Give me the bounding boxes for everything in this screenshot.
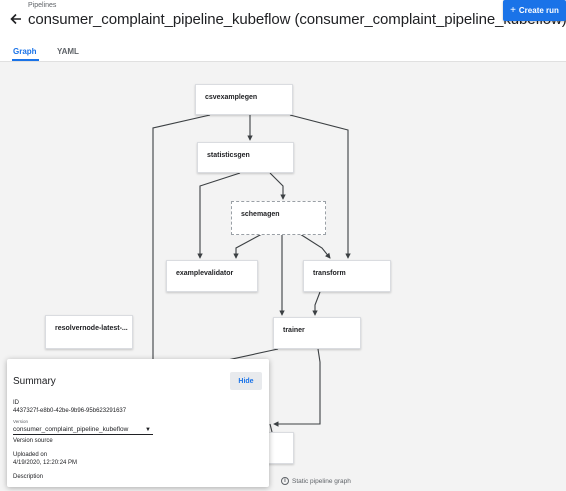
- edge-trainer-down-right: [273, 348, 321, 427]
- summary-title: Summary: [13, 376, 56, 387]
- node-examplevalidator[interactable]: examplevalidator: [166, 260, 258, 292]
- create-run-button[interactable]: + Create run: [503, 0, 566, 21]
- id-value: 4437327f-e8b0-42be-9b96-95b623291637: [13, 408, 127, 414]
- node-schemagen[interactable]: schemagen: [231, 201, 326, 235]
- summary-panel: Summary Hide ID 4437327f-e8b0-42be-9b96-…: [7, 359, 269, 487]
- breadcrumb[interactable]: Pipelines: [28, 2, 56, 9]
- edge-statisticsgen-schemagen: [269, 172, 286, 200]
- hide-button[interactable]: Hide: [230, 372, 262, 390]
- dropdown-caret-icon: ▼: [145, 426, 151, 433]
- tab-bar: Graph YAML: [0, 44, 566, 62]
- id-label: ID: [13, 400, 19, 406]
- edge-csvexamplegen-transform: [289, 114, 351, 259]
- static-graph-note: i Static pipeline graph: [281, 477, 351, 485]
- edge-schemagen-transform: [299, 233, 331, 259]
- create-run-label: Create run: [518, 6, 559, 15]
- tab-graph[interactable]: Graph: [13, 47, 37, 56]
- node-transform[interactable]: transform: [303, 260, 391, 292]
- version-select[interactable]: consumer_complaint_pipeline_kubeflow ▼: [13, 425, 153, 435]
- node-pusher[interactable]: [267, 432, 294, 464]
- active-tab-indicator: [12, 59, 39, 61]
- version-source-label: Version source: [13, 438, 53, 444]
- node-csvexamplegen[interactable]: csvexamplegen: [195, 84, 293, 115]
- info-icon: i: [281, 477, 289, 485]
- tab-yaml[interactable]: YAML: [57, 47, 79, 56]
- back-arrow-icon[interactable]: [9, 11, 23, 27]
- version-value: consumer_complaint_pipeline_kubeflow: [13, 426, 129, 433]
- edge-schemagen-examplevalidator: [233, 233, 263, 259]
- uploaded-label: Uploaded on: [13, 452, 48, 458]
- description-label: Description: [13, 474, 44, 480]
- plus-icon: +: [510, 4, 516, 16]
- edge-transform-trainer: [312, 291, 321, 316]
- node-statisticsgen[interactable]: statisticsgen: [197, 142, 294, 173]
- version-label: Version: [13, 419, 29, 424]
- edge-to-pusher-left: [269, 423, 273, 433]
- node-trainer[interactable]: trainer: [273, 317, 361, 349]
- node-resolvernode[interactable]: resolvernode-latest-...: [45, 315, 133, 349]
- static-graph-label: Static pipeline graph: [292, 477, 351, 485]
- uploaded-value: 4/19/2020, 12:20:24 PM: [13, 460, 78, 466]
- page-title: consumer_complaint_pipeline_kubeflow (co…: [28, 11, 566, 28]
